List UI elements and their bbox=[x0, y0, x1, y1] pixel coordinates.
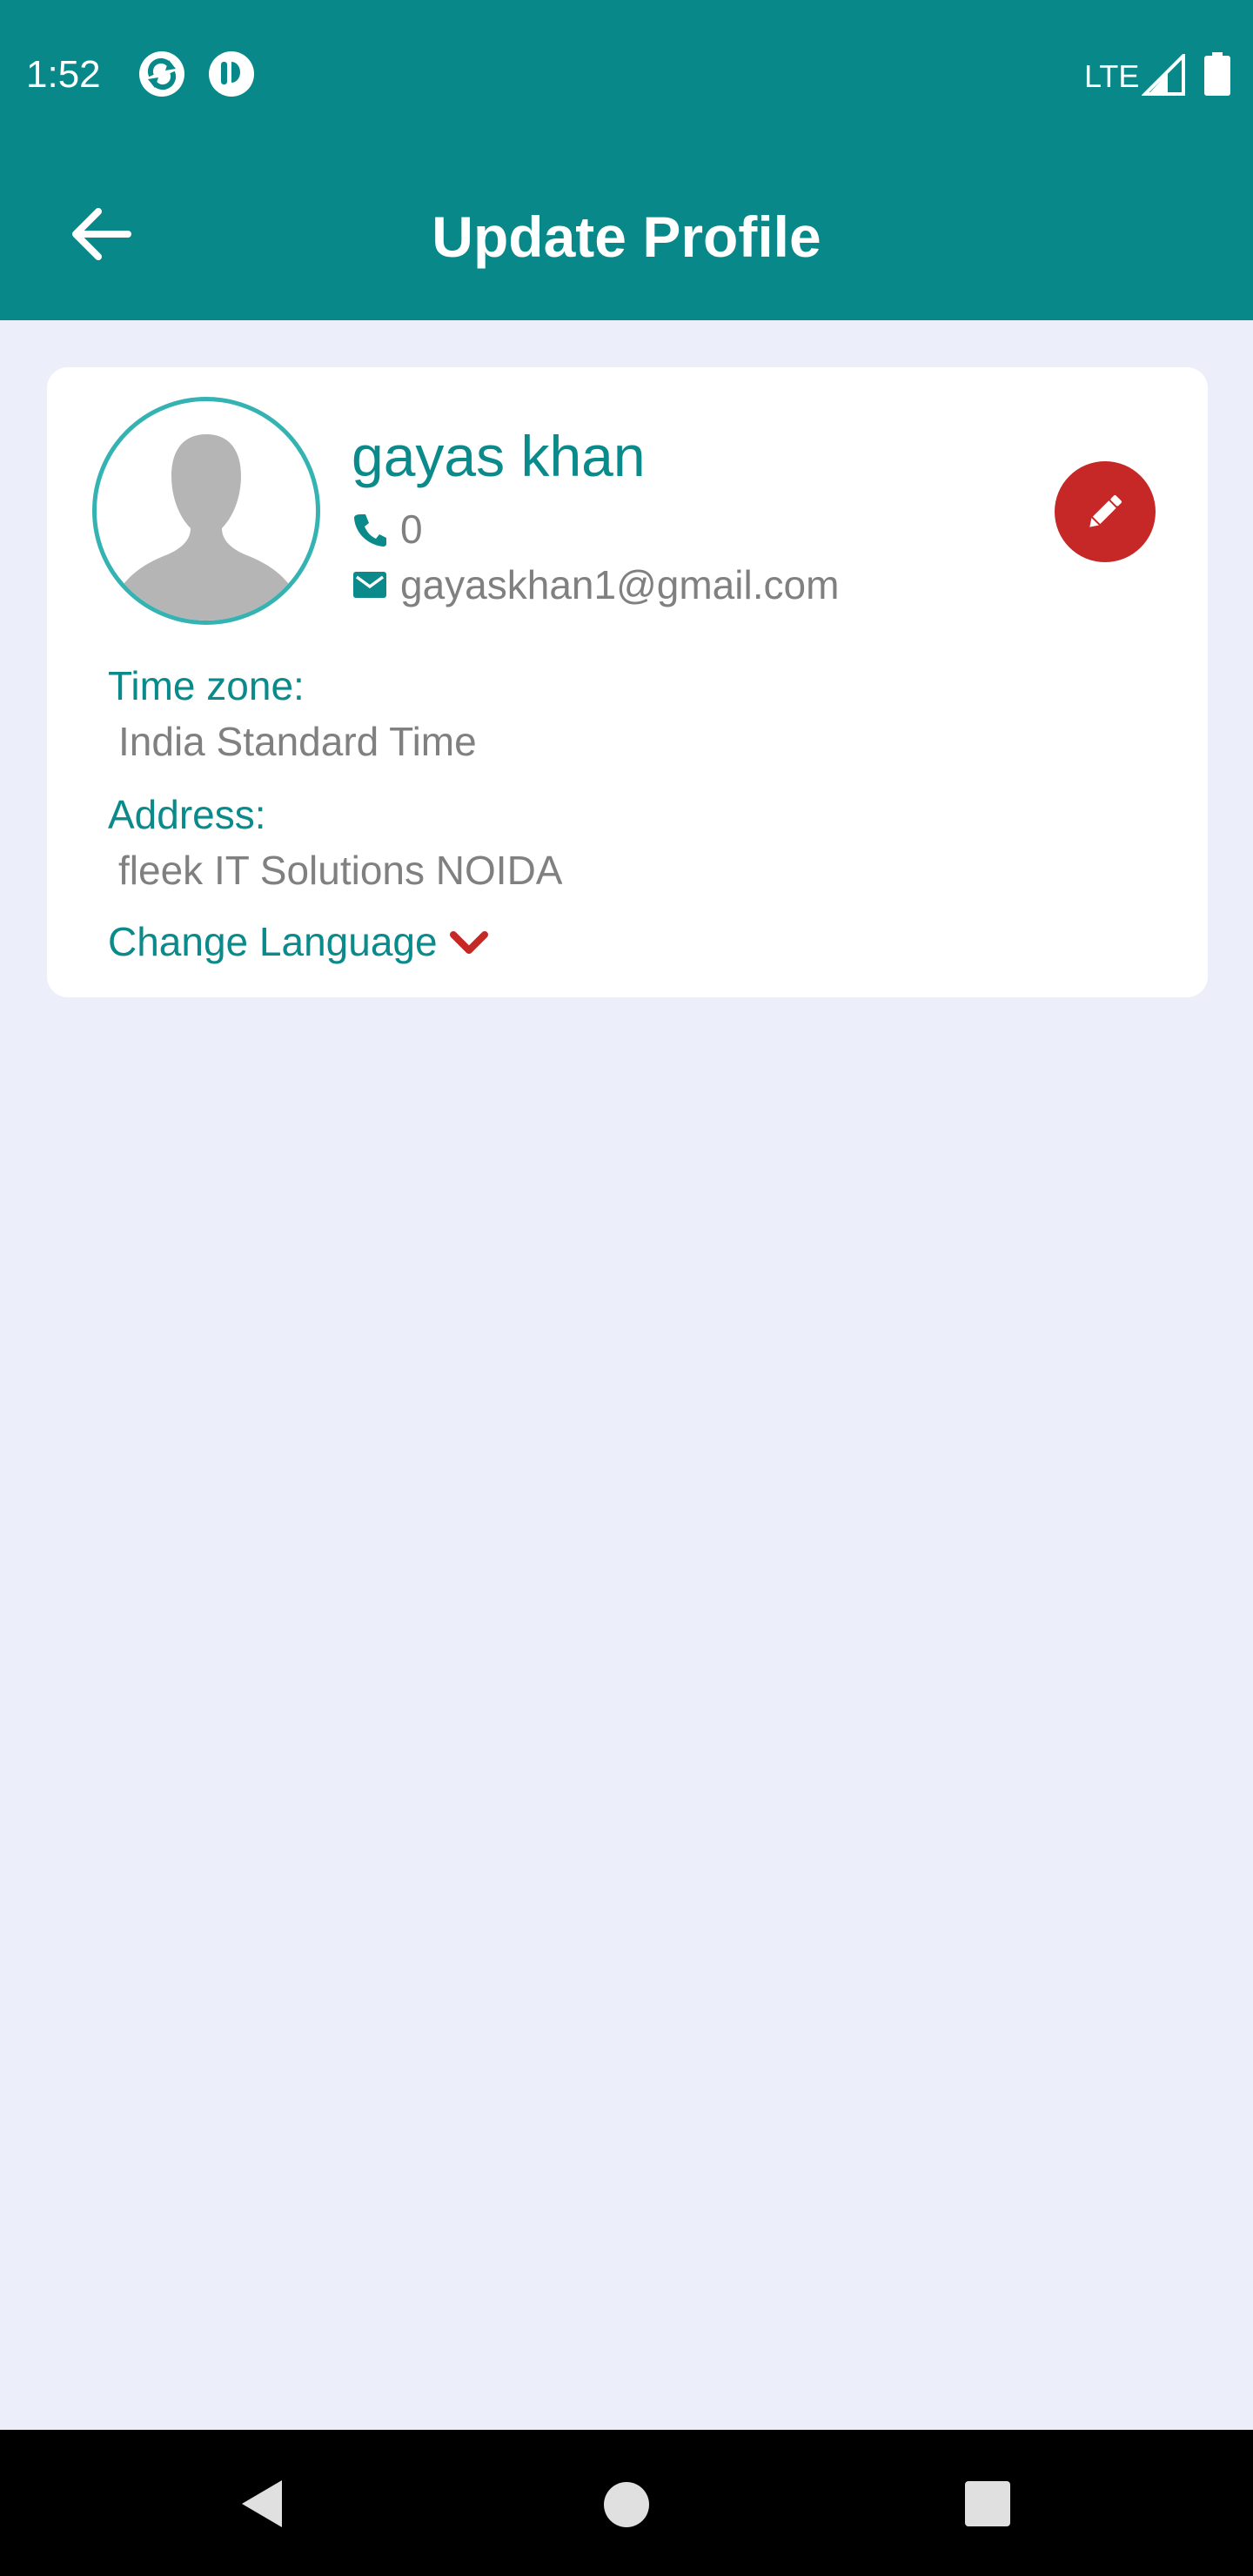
phone-value: 0 bbox=[400, 506, 423, 552]
edit-profile-button[interactable] bbox=[1055, 461, 1156, 562]
battery-icon bbox=[1204, 52, 1230, 96]
change-language-label: Change Language bbox=[108, 919, 438, 964]
timezone-value: India Standard Time bbox=[118, 719, 477, 764]
app-bar: Update Profile bbox=[0, 148, 1253, 320]
change-language-toggle[interactable]: Change Language bbox=[108, 917, 490, 966]
sync-app-icon bbox=[139, 51, 184, 97]
nav-home-icon[interactable] bbox=[599, 2477, 654, 2532]
timezone-label: Time zone: bbox=[108, 663, 305, 708]
pencil-icon bbox=[1089, 495, 1122, 527]
email-icon bbox=[353, 572, 386, 598]
email-row: gayaskhan1@gmail.com bbox=[352, 559, 839, 611]
address-value: fleek IT Solutions NOIDA bbox=[118, 848, 563, 893]
signal-icon bbox=[1142, 54, 1185, 96]
status-bar: 1:52 LTE bbox=[0, 0, 1253, 148]
email-value: gayaskhan1@gmail.com bbox=[400, 562, 840, 607]
nav-recents-icon[interactable] bbox=[961, 2477, 1015, 2531]
phone-icon bbox=[354, 514, 386, 547]
avatar[interactable] bbox=[92, 397, 320, 625]
page-title: Update Profile bbox=[432, 205, 821, 269]
user-name: gayas khan bbox=[352, 424, 646, 488]
chevron-down-icon bbox=[449, 931, 488, 954]
app-notification-icon bbox=[209, 51, 254, 97]
nav-back-icon[interactable] bbox=[233, 2473, 294, 2534]
profile-card: gayas khan 0 gayaskhan1@gmail.com Time z… bbox=[47, 367, 1208, 997]
system-nav-bar bbox=[0, 2430, 1253, 2576]
address-label: Address: bbox=[108, 792, 266, 837]
phone-row: 0 bbox=[352, 503, 423, 555]
status-time: 1:52 bbox=[26, 53, 101, 96]
network-type-label: LTE bbox=[1084, 58, 1140, 94]
person-silhouette-icon bbox=[117, 434, 295, 621]
